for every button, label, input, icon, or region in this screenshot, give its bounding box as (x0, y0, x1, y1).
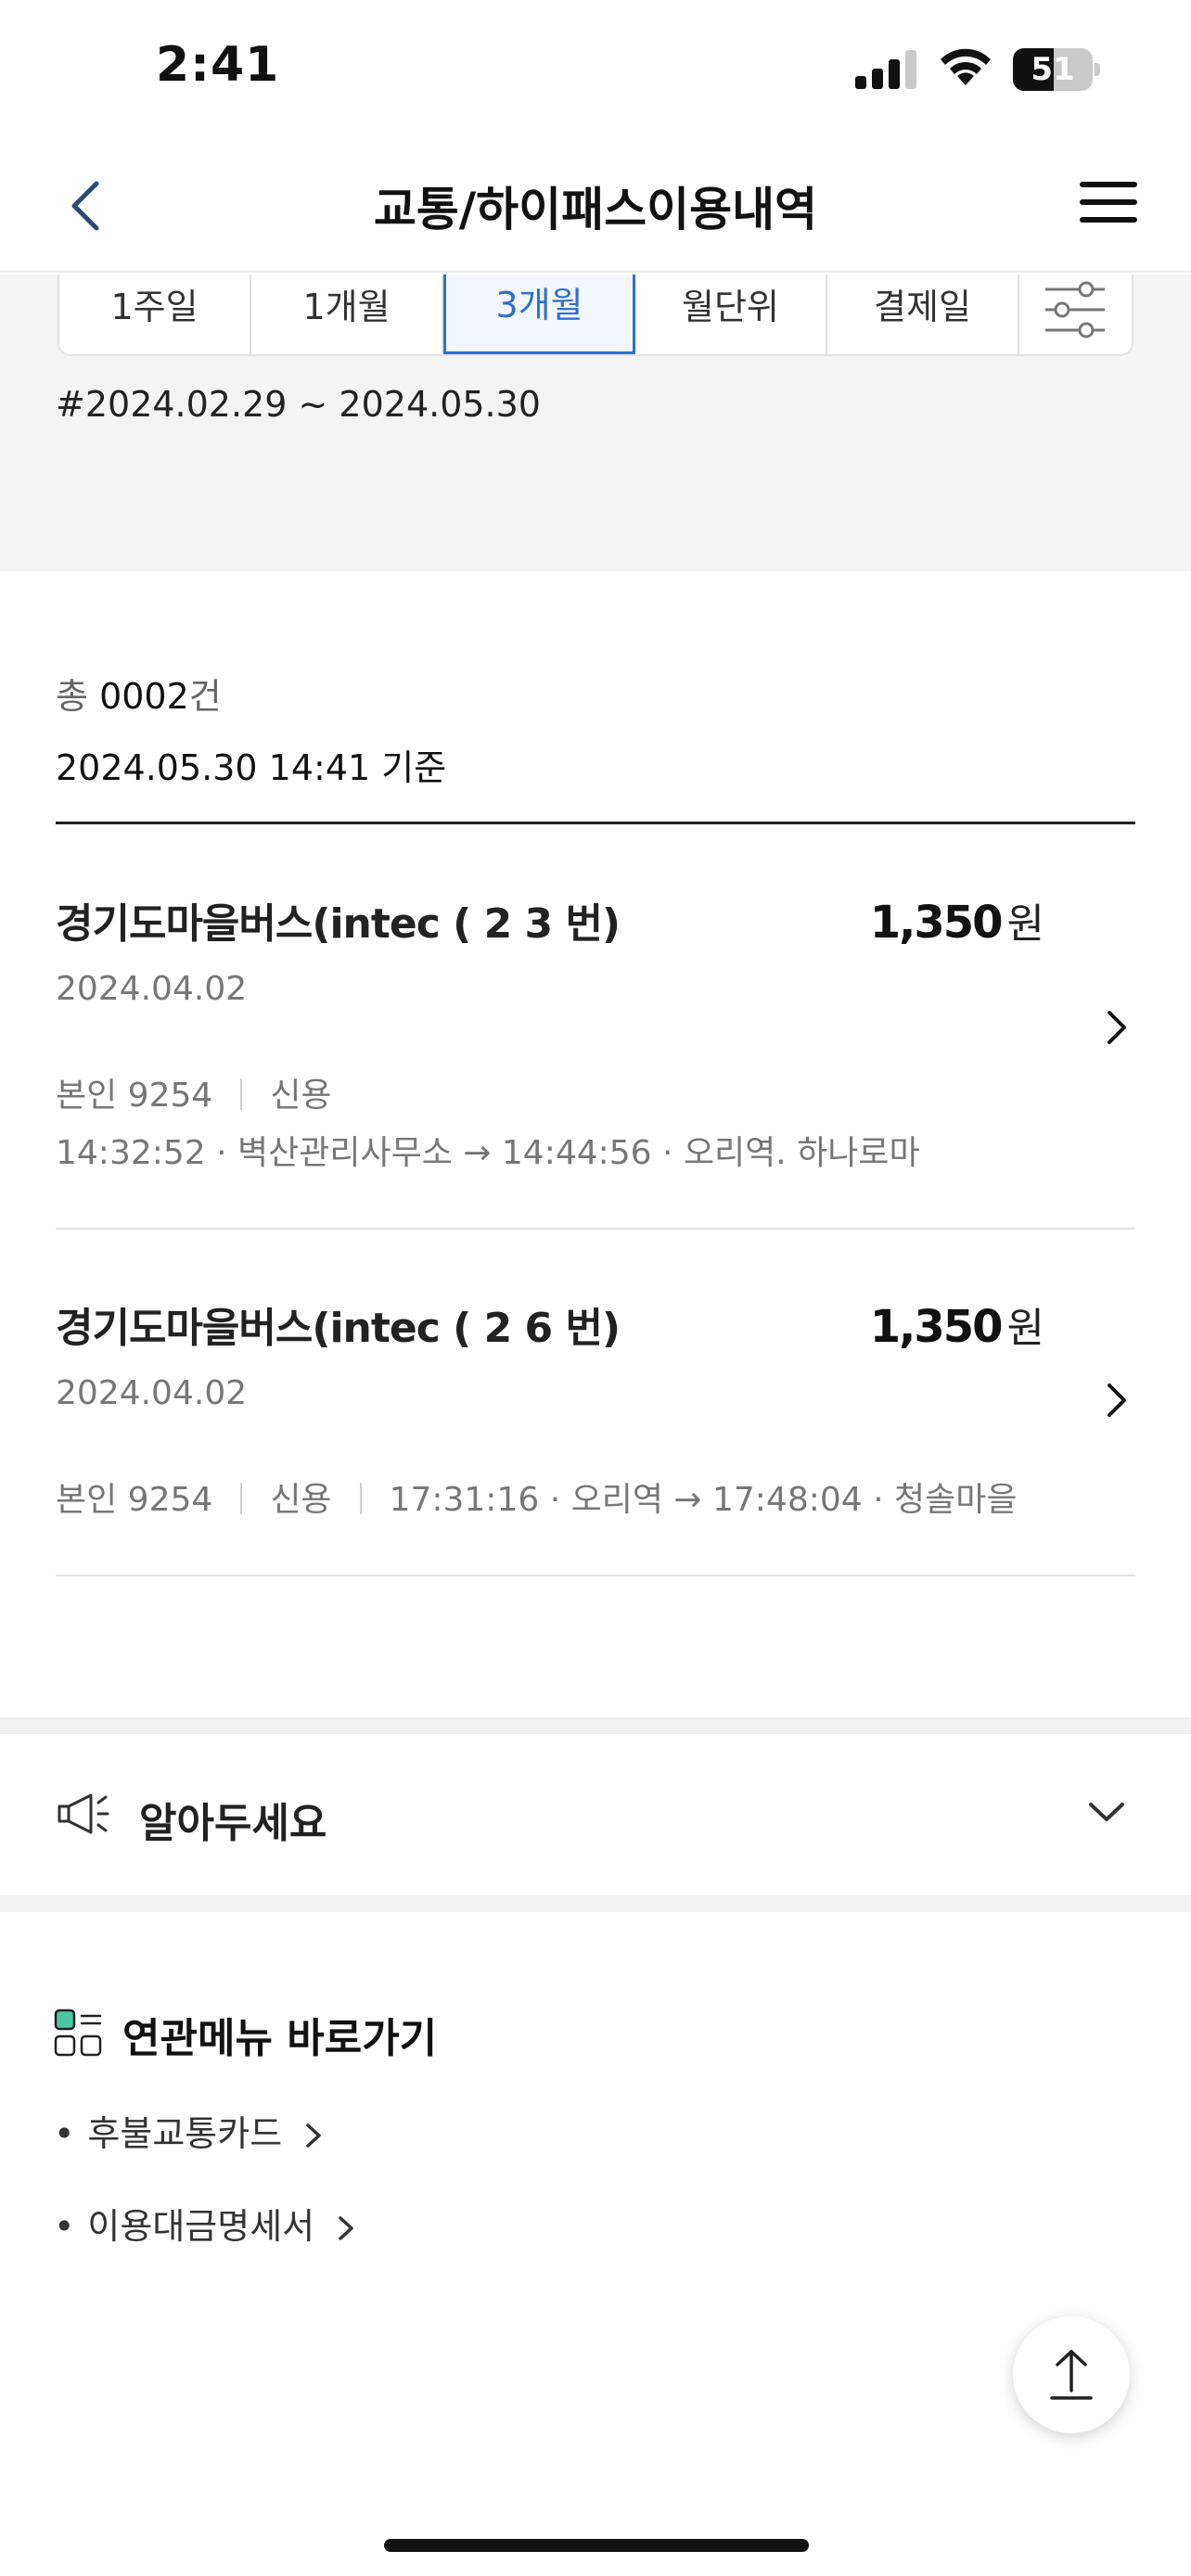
summary: 총 0002건 2024.05.30 14:41 기준 (56, 668, 1135, 790)
transaction-date: 2024.04.02 (56, 970, 248, 1008)
total-prefix: 총 (56, 676, 88, 717)
tab-payment-date[interactable]: 결제일 (827, 274, 1019, 354)
cellular-signal-icon (855, 50, 916, 89)
scroll-to-top-button[interactable] (1013, 2316, 1130, 2433)
chevron-down-icon (1089, 1803, 1124, 1821)
related-link-label: 후불교통카드 (87, 2113, 283, 2154)
period-tabs: 1주일 1개월 3개월 월단위 결제일 (58, 274, 1133, 356)
card-type: 신용 (270, 1077, 332, 1115)
related-link-label: 이용대금명세서 (87, 2206, 315, 2247)
related-link-deferred-transit-card[interactable]: • 후불교통카드 (54, 2105, 325, 2156)
notice-title: 알아두세요 (139, 1800, 327, 1847)
filter-settings-button[interactable] (1019, 274, 1131, 354)
tab-1-week[interactable]: 1주일 (59, 274, 251, 354)
amount-value: 1,350 (869, 897, 1004, 949)
transaction-route: 17:31:16 · 오리역 → 17:48:04 · 청솔마을 (389, 1481, 1018, 1519)
sliders-icon (1045, 281, 1105, 338)
section-separator (0, 1717, 1191, 1734)
total-suffix: 건 (188, 676, 222, 717)
chevron-right-icon (306, 2123, 321, 2148)
transaction-item[interactable]: 경기도마을버스(intec ( 2 3 번) 1,350 원 2024.04.02… (56, 890, 1135, 1187)
period-filter: 1주일 1개월 3개월 월단위 결제일 #2024.02.29 ~ 2024.0… (0, 274, 1191, 571)
notice-accordion[interactable]: 알아두세요 (0, 1736, 1191, 1895)
home-indicator[interactable] (384, 2539, 809, 2552)
transaction-amount: 1,350 원 (869, 1294, 1045, 1354)
related-title: 연관메뉴 바로가기 (122, 2015, 438, 2062)
megaphone-icon (58, 1793, 109, 1834)
transaction-amount: 1,350 원 (869, 890, 1045, 950)
amount-unit: 원 (1006, 900, 1045, 948)
summary-divider (56, 822, 1135, 824)
chevron-right-icon (1108, 1011, 1126, 1044)
section-separator (0, 1895, 1191, 1912)
status-bar: 2:41 51 (0, 0, 1191, 139)
item-divider (56, 1575, 1135, 1576)
related-link-statement[interactable]: • 이용대금명세서 (54, 2198, 357, 2249)
tab-3-months[interactable]: 3개월 (443, 274, 635, 354)
chevron-right-icon (339, 2216, 353, 2240)
as-of-timestamp: 2024.05.30 14:41 기준 (56, 747, 447, 788)
total-count-value: 0002 (99, 676, 189, 717)
page-title: 교통/하이패스이용내역 (373, 183, 818, 236)
battery-icon: 51 (1013, 48, 1102, 91)
transaction-title: 경기도마을버스(intec ( 2 6 번) (56, 1305, 621, 1352)
transaction-title: 경기도마을버스(intec ( 2 3 번) (56, 900, 621, 948)
transaction-card-info: 본인 9254 신용 17:31:16 · 오리역 → 17:48:04 · 청솔마… (56, 1473, 1017, 1521)
tab-1-month[interactable]: 1개월 (251, 274, 443, 354)
item-divider (56, 1228, 1135, 1230)
menu-grid-icon (54, 2009, 102, 2057)
transaction-item[interactable]: 경기도마을버스(intec ( 2 6 번) 1,350 원 2024.04.02… (56, 1294, 1135, 1536)
hamburger-menu-icon[interactable] (1076, 174, 1141, 230)
date-range: #2024.02.29 ~ 2024.05.30 (56, 384, 541, 425)
transaction-date: 2024.04.02 (56, 1374, 248, 1412)
status-time: 2:41 (156, 37, 280, 93)
transaction-route: 14:32:52 · 벽산관리사무소 → 14:44:56 · 오리역. 하나로… (56, 1134, 920, 1172)
chevron-right-icon (1108, 1384, 1126, 1417)
card-owner: 본인 9254 (56, 1481, 213, 1519)
total-count: 총 0002건 (56, 668, 1135, 719)
card-type: 신용 (270, 1481, 332, 1519)
transaction-card-info: 본인 9254 신용 (56, 1068, 332, 1116)
wifi-icon (941, 48, 991, 85)
amount-value: 1,350 (869, 1301, 1004, 1353)
battery-percent: 51 (1031, 51, 1075, 88)
tab-monthly[interactable]: 월단위 (635, 274, 827, 354)
card-owner: 본인 9254 (56, 1077, 213, 1115)
arrow-up-icon (1050, 2350, 1093, 2400)
amount-unit: 원 (1006, 1305, 1045, 1352)
nav-bar: 교통/하이패스이용내역 (0, 139, 1191, 273)
